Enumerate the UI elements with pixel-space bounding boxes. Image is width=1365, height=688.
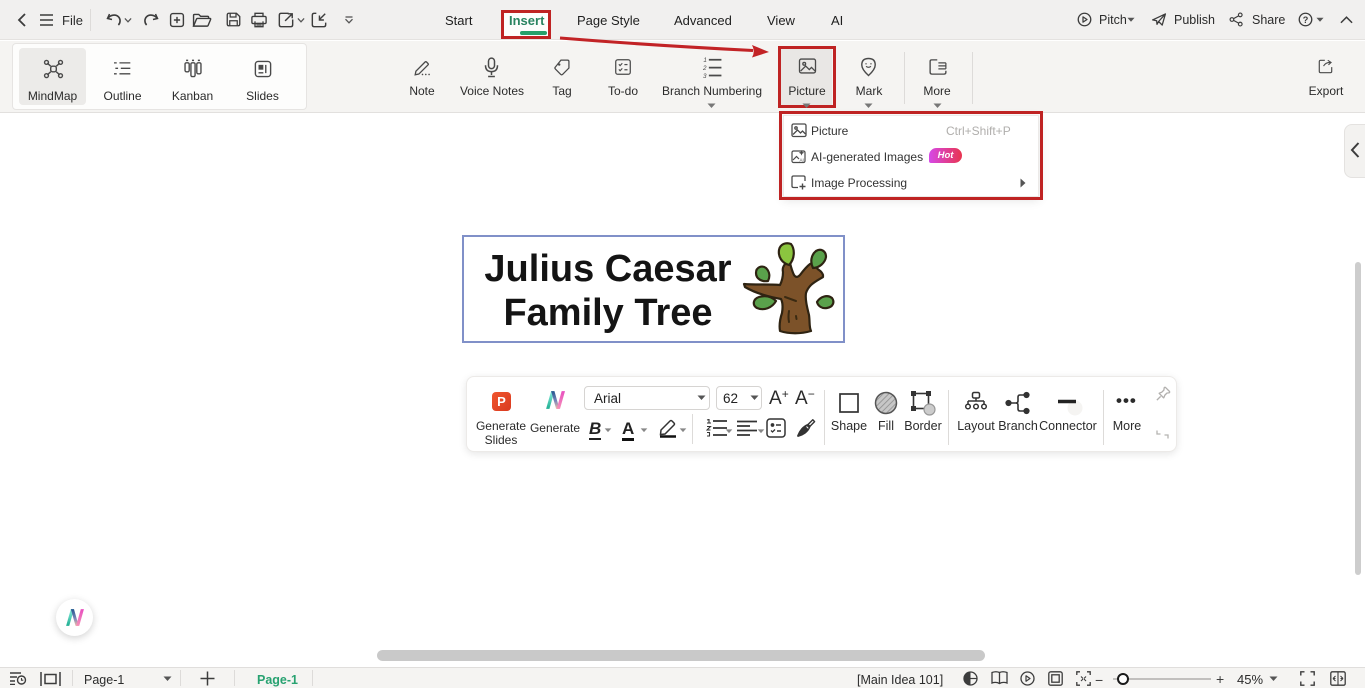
svg-text:?: ? — [1303, 15, 1309, 25]
svg-text:3: 3 — [703, 73, 707, 79]
svg-text:AI: AI — [800, 158, 804, 163]
svg-text:2: 2 — [702, 65, 707, 72]
